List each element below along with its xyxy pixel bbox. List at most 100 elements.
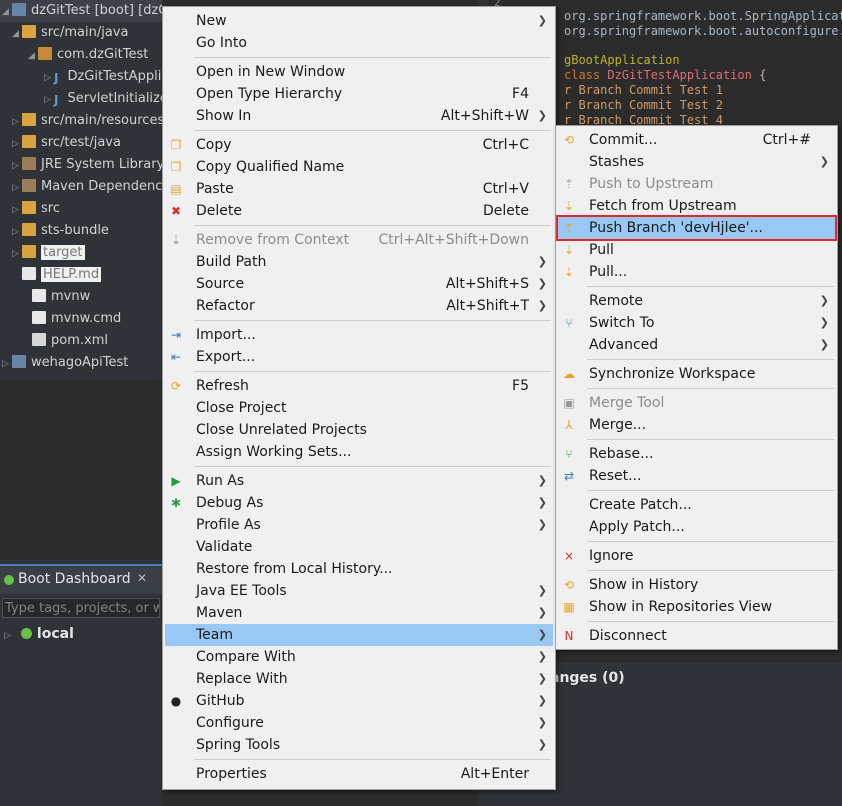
chevron-down-icon[interactable]: ◢ <box>2 1 12 23</box>
tree-item-java-file[interactable]: ▷J DzGitTestApplication.java <box>44 66 162 88</box>
tree-item-sts-bundle[interactable]: ▷ sts-bundle <box>12 220 109 242</box>
menu-item-build-path[interactable]: Build Path ❯ <box>165 251 553 273</box>
menu-item-debug-as[interactable]: ✱ Debug As ❯ <box>165 492 553 514</box>
menu-item-close-project[interactable]: Close Project <box>165 397 553 419</box>
menu-item-merge-tool: ▣ Merge Tool <box>558 392 835 414</box>
menu-item-refactor[interactable]: Refactor Alt+Shift+T ❯ <box>165 295 553 317</box>
menu-item-source[interactable]: Source Alt+Shift+S ❯ <box>165 273 553 295</box>
tree-item-java-file[interactable]: ▷J ServletInitializer.java <box>44 88 162 110</box>
menu-item-reset[interactable]: ⇄ Reset... <box>558 465 835 487</box>
menu-item-import[interactable]: ⇥ Import... <box>165 324 553 346</box>
menu-item-profile-as[interactable]: Profile As ❯ <box>165 514 553 536</box>
menu-item-replace-with[interactable]: Replace With ❯ <box>165 668 553 690</box>
menu-item-go-into[interactable]: Go Into <box>165 32 553 54</box>
tree-item-src-main-resources[interactable]: ▷ src/main/resources <box>12 110 162 132</box>
chevron-right-icon[interactable]: ▷ <box>12 221 22 243</box>
menu-item-advanced[interactable]: Advanced ❯ <box>558 334 835 356</box>
menu-item-delete[interactable]: ✖ Delete Delete <box>165 200 553 222</box>
tree-item-mvnw[interactable]: mvnw <box>32 286 90 308</box>
menu-item-copy[interactable]: ❐ Copy Ctrl+C <box>165 134 553 156</box>
changes-label: anges (0) <box>550 670 625 686</box>
chevron-right-icon[interactable]: ▷ <box>44 67 54 89</box>
menu-item-create-patch[interactable]: Create Patch... <box>558 494 835 516</box>
chevron-right-icon: ❯ <box>819 294 829 307</box>
menu-item-team[interactable]: Team ❯ <box>165 624 553 646</box>
chevron-down-icon[interactable]: ◢ <box>12 23 22 45</box>
menu-item-fetch-from-upstream[interactable]: ⇣ Fetch from Upstream <box>558 195 835 217</box>
chevron-right-icon[interactable]: ▷ <box>12 177 22 199</box>
menu-item-run-as[interactable]: ▶ Run As ❯ <box>165 470 553 492</box>
menu-item-validate[interactable]: Validate <box>165 536 553 558</box>
menu-item-synchronize-workspace[interactable]: ☁ Synchronize Workspace <box>558 363 835 385</box>
boot-dashboard-search-input[interactable]: Type tags, projects, or wo <box>2 598 160 618</box>
tree-item-maven-dependencies[interactable]: ▷ Maven Dependencies <box>12 176 162 198</box>
menu-item-copy-qualified-name[interactable]: ❐ Copy Qualified Name <box>165 156 553 178</box>
close-icon[interactable]: ✕ <box>137 571 147 585</box>
menu-item-open-in-new-window[interactable]: Open in New Window <box>165 61 553 83</box>
menu-item-properties[interactable]: Properties Alt+Enter <box>165 763 553 785</box>
menu-item-disconnect[interactable]: N Disconnect <box>558 625 835 647</box>
chevron-down-icon[interactable]: ◢ <box>28 45 38 67</box>
local-target[interactable]: ▷ local <box>4 626 74 642</box>
menu-item-configure[interactable]: Configure ❯ <box>165 712 553 734</box>
menu-item-merge[interactable]: ⅄ Merge... <box>558 414 835 436</box>
menu-item-push-branch-devhjlee[interactable]: ⇡ Push Branch 'devHjlee'... <box>556 215 837 241</box>
menu-item-remote[interactable]: Remote ❯ <box>558 290 835 312</box>
chevron-right-icon: ❯ <box>819 316 829 329</box>
menu-item-shortcut: Ctrl+# <box>762 132 811 148</box>
menu-item-label: Close Project <box>196 400 287 416</box>
tree-item-label: src/test/java <box>41 135 121 150</box>
menu-item-apply-patch[interactable]: Apply Patch... <box>558 516 835 538</box>
file-icon <box>32 289 46 302</box>
tree-item-src-test-java[interactable]: ▷ src/test/java <box>12 132 121 154</box>
menu-item-restore-from-local-history[interactable]: Restore from Local History... <box>165 558 553 580</box>
menu-item-new[interactable]: New ❯ <box>165 10 553 32</box>
menu-item-paste[interactable]: ▤ Paste Ctrl+V <box>165 178 553 200</box>
menu-item-close-unrelated-projects[interactable]: Close Unrelated Projects <box>165 419 553 441</box>
tree-item-project-dzgittest[interactable]: ◢ dzGitTest [boot] [dzGitTest devHjlee] <box>0 0 162 22</box>
menu-item-spring-tools[interactable]: Spring Tools ❯ <box>165 734 553 756</box>
chevron-right-icon[interactable]: ▷ <box>4 631 11 641</box>
tree-item-src-main-java[interactable]: ◢ src/main/java <box>12 22 128 44</box>
project-icon <box>12 355 26 368</box>
chevron-right-icon[interactable]: ▷ <box>12 199 22 221</box>
menu-item-refresh[interactable]: ⟳ Refresh F5 <box>165 375 553 397</box>
tree-item-mvnw-cmd[interactable]: mvnw.cmd <box>32 308 121 330</box>
chevron-right-icon[interactable]: ▷ <box>12 243 22 265</box>
chevron-right-icon[interactable]: ▷ <box>2 353 12 375</box>
tree-item-target[interactable]: ▷ target <box>12 242 85 264</box>
tree-item-pom-xml[interactable]: pom.xml <box>32 330 108 352</box>
menu-item-show-in[interactable]: Show In Alt+Shift+W ❯ <box>165 105 553 127</box>
menu-item-rebase[interactable]: ⑂ Rebase... <box>558 443 835 465</box>
menu-item-maven[interactable]: Maven ❯ <box>165 602 553 624</box>
chevron-right-icon[interactable]: ▷ <box>12 111 22 133</box>
menu-item-pull[interactable]: ⇣ Pull... <box>558 261 835 283</box>
menu-item-stashes[interactable]: Stashes ❯ <box>558 151 835 173</box>
menu-item-show-in-repositories-view[interactable]: ▦ Show in Repositories View <box>558 596 835 618</box>
export-icon: ⇤ <box>170 350 182 364</box>
chevron-right-icon[interactable]: ▷ <box>44 89 54 111</box>
menu-item-compare-with[interactable]: Compare With ❯ <box>165 646 553 668</box>
menu-item-github[interactable]: ● GitHub ❯ <box>165 690 553 712</box>
package-icon <box>38 47 52 60</box>
menu-item-assign-working-sets[interactable]: Assign Working Sets... <box>165 441 553 463</box>
chevron-right-icon[interactable]: ▷ <box>12 133 22 155</box>
menu-item-show-in-history[interactable]: ⟲ Show in History <box>558 574 835 596</box>
menu-item-export[interactable]: ⇤ Export... <box>165 346 553 368</box>
tree-item-project-wehagoapitest[interactable]: ▷ wehagoApiTest <box>0 352 128 374</box>
menu-item-label: Fetch from Upstream <box>589 198 737 214</box>
menu-item-java-ee-tools[interactable]: Java EE Tools ❯ <box>165 580 553 602</box>
menu-item-label: Disconnect <box>589 628 667 644</box>
boot-dashboard-tab[interactable]: Boot Dashboard ✕ <box>0 564 162 594</box>
tree-item-help-md[interactable]: HELP.md <box>22 264 102 286</box>
menu-item-pull[interactable]: ⇣ Pull <box>558 239 835 261</box>
menu-item-ignore[interactable]: × Ignore <box>558 545 835 567</box>
chevron-right-icon[interactable]: ▷ <box>12 155 22 177</box>
menu-item-commit[interactable]: ⟲ Commit... Ctrl+# <box>558 129 835 151</box>
tree-item-src[interactable]: ▷ src <box>12 198 60 220</box>
tree-item-jre-library[interactable]: ▷ JRE System Library <box>12 154 162 176</box>
menu-item-switch-to[interactable]: ⑂ Switch To ❯ <box>558 312 835 334</box>
menu-item-open-type-hierarchy[interactable]: Open Type Hierarchy F4 <box>165 83 553 105</box>
tree-item-package[interactable]: ◢ com.dzGitTest <box>28 44 148 66</box>
menu-item-label: Go Into <box>196 35 247 51</box>
